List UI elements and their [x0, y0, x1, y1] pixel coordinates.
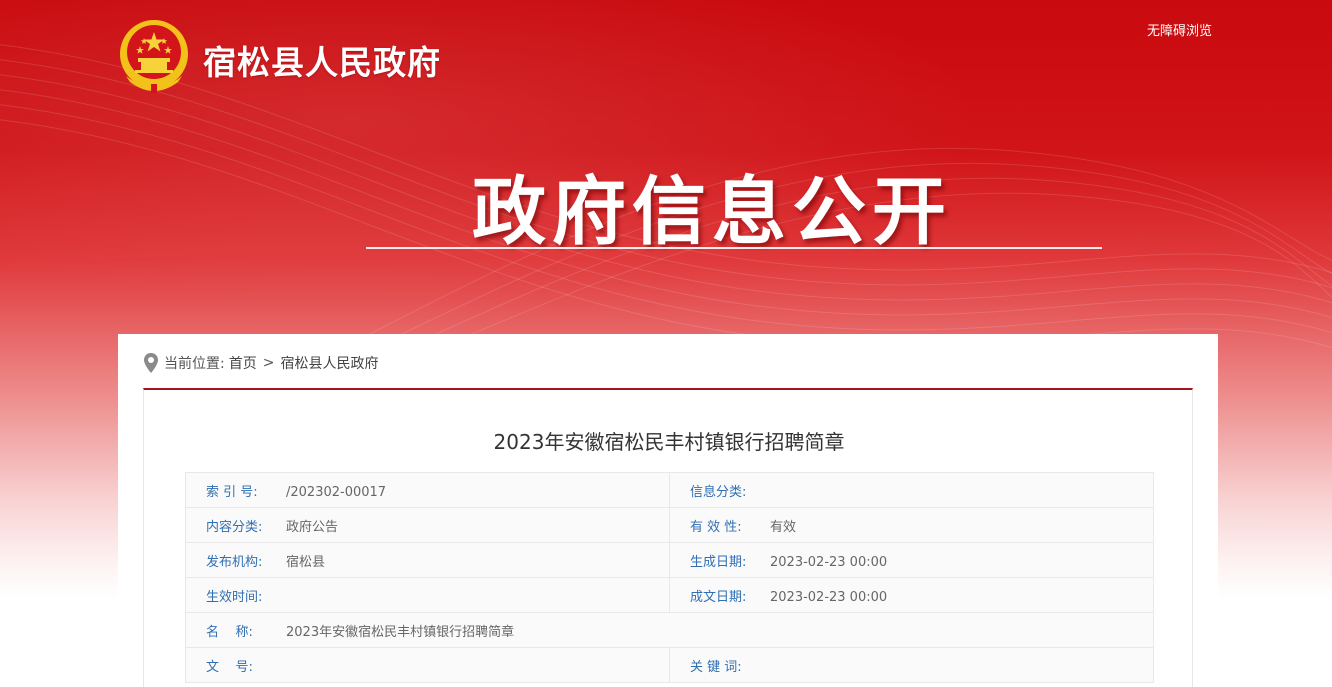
metadata-table: 索 引 号: /202302-00017 信息分类: 内容分类: 政府公告 有 效 … — [185, 472, 1154, 683]
accessibility-link[interactable]: 无障碍浏览 — [1147, 20, 1212, 39]
metadata-label: 发布机构: — [206, 554, 263, 570]
hero-divider — [366, 247, 1102, 249]
breadcrumb: 当前位置: 首页 > 宿松县人民政府 — [144, 351, 378, 375]
breadcrumb-prefix: 当前位置: — [164, 356, 225, 372]
metadata-value: 政府公告 — [286, 519, 339, 535]
metadata-value: 2023-02-23 00:00 — [770, 554, 888, 570]
metadata-cell: 成文日期: 2023-02-23 00:00 — [669, 577, 1154, 613]
metadata-cell: 索 引 号: /202302-00017 — [185, 472, 670, 508]
content-card: 当前位置: 首页 > 宿松县人民政府 2023年安徽宿松民丰村镇银行招聘简章 索… — [118, 334, 1218, 687]
metadata-label: 内容分类: — [206, 519, 263, 535]
metadata-value: 2023-02-23 00:00 — [770, 589, 888, 605]
table-row: 名 称: 2023年安徽宿松民丰村镇银行招聘简章 — [185, 612, 1154, 648]
table-row: 索 引 号: /202302-00017 信息分类: — [185, 472, 1154, 508]
metadata-label: 生效时间: — [206, 589, 263, 605]
breadcrumb-separator: > — [262, 355, 275, 371]
location-pin-icon — [144, 353, 158, 373]
metadata-cell: 发布机构: 宿松县 — [185, 542, 670, 578]
metadata-value: 有效 — [770, 519, 797, 535]
metadata-label: 成文日期: — [690, 589, 747, 605]
article-box: 2023年安徽宿松民丰村镇银行招聘简章 索 引 号: /202302-00017 … — [143, 388, 1193, 687]
breadcrumb-home-link[interactable]: 首页 — [229, 353, 257, 373]
metadata-cell: 文 号: — [185, 647, 670, 683]
metadata-cell: 生效时间: — [185, 577, 670, 613]
metadata-label: 索 引 号: — [206, 484, 258, 500]
table-row: 生效时间: 成文日期: 2023-02-23 00:00 — [185, 577, 1154, 613]
metadata-label: 关 键 词: — [690, 659, 742, 675]
metadata-label: 有 效 性: — [690, 519, 742, 535]
table-row: 文 号: 关 键 词: — [185, 647, 1154, 683]
metadata-label: 文 号: — [206, 659, 253, 675]
metadata-cell: 有 效 性: 有效 — [669, 507, 1154, 543]
metadata-cell: 信息分类: — [669, 472, 1154, 508]
national-emblem-icon — [120, 20, 188, 93]
metadata-cell: 名 称: 2023年安徽宿松民丰村镇银行招聘简章 — [185, 612, 1154, 648]
metadata-label: 名 称: — [206, 624, 253, 640]
metadata-value: /202302-00017 — [286, 484, 387, 500]
metadata-label: 信息分类: — [690, 484, 747, 500]
hero-title: 政府信息公开 — [472, 169, 952, 255]
metadata-cell: 生成日期: 2023-02-23 00:00 — [669, 542, 1154, 578]
metadata-value: 2023年安徽宿松民丰村镇银行招聘简章 — [286, 624, 515, 640]
table-row: 内容分类: 政府公告 有 效 性: 有效 — [185, 507, 1154, 543]
metadata-value: 宿松县 — [286, 554, 326, 570]
breadcrumb-current-link[interactable]: 宿松县人民政府 — [280, 353, 378, 373]
metadata-cell: 内容分类: 政府公告 — [185, 507, 670, 543]
site-name[interactable]: 宿松县人民政府 — [203, 36, 441, 84]
table-row: 发布机构: 宿松县 生成日期: 2023-02-23 00:00 — [185, 542, 1154, 578]
metadata-cell: 关 键 词: — [669, 647, 1154, 683]
article-title: 2023年安徽宿松民丰村镇银行招聘简章 — [493, 430, 845, 454]
metadata-label: 生成日期: — [690, 554, 747, 570]
